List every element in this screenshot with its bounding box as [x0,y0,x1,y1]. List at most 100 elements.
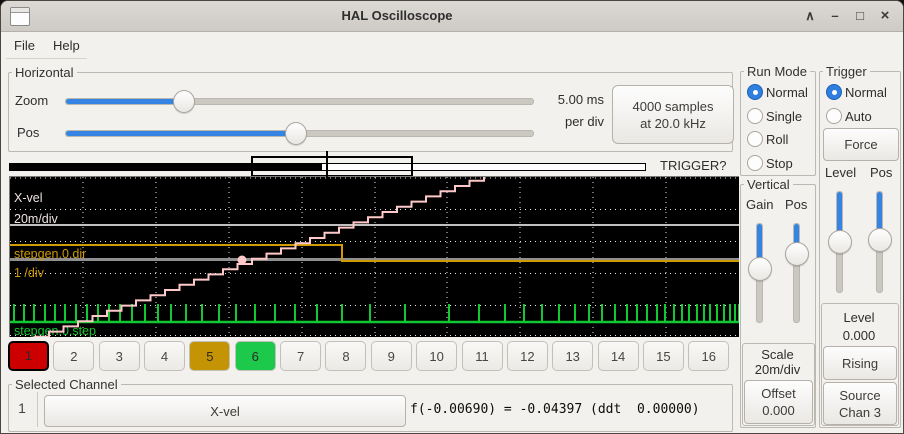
shade-button[interactable]: ∧ [799,5,821,27]
app-window: HAL Oscilloscope ∧ – □ × File Help Horiz… [0,0,904,434]
trigger-edge-label: Rising [842,355,878,372]
selected-channel-name: X-vel [210,403,240,420]
titlebar: HAL Oscilloscope ∧ – □ × [1,1,903,32]
horizontal-pos-slider-fill [66,131,296,136]
channel-button-2[interactable]: 2 [53,341,94,371]
run-mode-option-roll[interactable]: Roll [747,131,811,147]
channel5-scale-label: 1 /div [14,266,45,280]
run-mode-label-single: Single [766,109,802,124]
menubar-underline [6,58,87,59]
run-mode-radio-single[interactable] [747,108,763,124]
selected-channel-panel-label: Selected Channel [12,377,121,392]
record-view-window[interactable] [251,156,413,177]
zoom-slider-handle[interactable] [173,90,195,113]
trigger-mode-label-auto: Auto [845,109,872,124]
sample-rate: at 20.0 kHz [640,115,706,132]
trigger-mode-radio-auto[interactable] [826,108,842,124]
channel-button-4[interactable]: 4 [144,341,185,371]
trigger-source-label: Source [839,387,880,404]
run-mode-label-normal: Normal [766,85,808,100]
zoom-slider[interactable] [65,90,534,111]
minimize-button[interactable]: – [824,5,846,27]
menu-file[interactable]: File [14,38,35,53]
trigger-edge-button[interactable]: Rising [823,346,897,380]
channel-button-11[interactable]: 11 [462,341,503,371]
run-mode-radio-normal[interactable] [747,84,763,100]
vertical-panel-label: Vertical [744,177,793,192]
vertical-pos-slider[interactable] [785,223,807,323]
run-mode-option-stop[interactable]: Stop [747,155,811,171]
offset-value: 0.000 [762,402,795,419]
channel-button-12[interactable]: 12 [507,341,548,371]
time-per-div-value: 5.00 ms [546,92,604,107]
vertical-pos-slider-track[interactable] [793,223,800,323]
zoom-slider-track[interactable] [65,98,534,105]
close-button[interactable]: × [874,5,896,27]
channel-button-6[interactable]: 6 [235,341,276,371]
run-mode-radio-roll[interactable] [747,131,763,147]
channel1-name-label: X-vel [14,191,42,205]
horizontal-panel-label: Horizontal [12,65,77,80]
channel-button-9[interactable]: 9 [371,341,412,371]
selected-channel-number: 1 [11,400,33,416]
run-mode-radio-stop[interactable] [747,155,763,171]
scope-display[interactable]: X-vel 20m/div stepgen.0.dir 1 /div stepg… [9,176,739,337]
channel-button-10[interactable]: 10 [416,341,457,371]
trigger-mode-option-auto[interactable]: Auto [826,108,890,124]
selected-channel-name-button[interactable]: X-vel [44,395,406,427]
force-button[interactable]: Force [823,128,899,161]
run-mode-label-stop: Stop [766,156,793,171]
sample-count: 4000 samples [633,98,714,115]
scale-value: 20m/div [742,362,813,377]
channel-button-15[interactable]: 15 [643,341,684,371]
trigger-level-value: 0.000 [821,328,897,343]
selected-channel-separator [37,392,38,427]
trigger-pos-slider-handle[interactable] [868,228,892,252]
sample-rate-button[interactable]: 4000 samples at 20.0 kHz [612,85,734,144]
trigger-level-slider-label: Level [825,165,856,180]
force-label: Force [844,136,877,153]
run-mode-option-normal[interactable]: Normal [747,84,811,100]
trigger-level-value-label: Level [821,310,897,325]
trigger-mode-radio-normal[interactable] [826,84,842,100]
trigger-pos-slider[interactable] [868,191,890,293]
time-per-div-unit: per div [546,114,604,129]
channel1-scale-label: 20m/div [14,212,59,226]
horizontal-pos-slider-handle[interactable] [285,122,307,145]
vertical-pos-slider-handle[interactable] [785,242,809,266]
channel-button-16[interactable]: 16 [688,341,729,371]
maximize-button[interactable]: □ [849,5,871,27]
channel-button-8[interactable]: 8 [325,341,366,371]
trigger-status-label: TRIGGER? [660,158,726,173]
run-mode-label-roll: Roll [766,132,788,147]
trigger-level-slider-handle[interactable] [828,230,852,254]
offset-button[interactable]: Offset 0.000 [744,380,813,424]
trigger-mode-label-normal: Normal [845,85,887,100]
trigger-position-marker[interactable] [326,151,328,182]
menu-help[interactable]: Help [53,38,80,53]
zoom-slider-fill [66,99,184,104]
run-mode-option-single[interactable]: Single [747,108,811,124]
vertical-pos-slider-label: Pos [785,197,807,212]
trigger-mode-option-normal[interactable]: Normal [826,84,890,100]
channel-button-3[interactable]: 3 [99,341,140,371]
channel6-name-label: stepgen.0.step [14,324,96,337]
gain-slider-label: Gain [746,197,773,212]
trigger-source-button[interactable]: Source Chan 3 [823,382,897,425]
zoom-slider-label: Zoom [15,93,48,108]
run-mode-panel: Run Mode NormalSingleRollStop [740,71,816,176]
offset-label: Offset [761,385,795,402]
gain-slider[interactable] [748,223,770,323]
trigger-level-slider[interactable] [828,191,850,293]
channel-button-7[interactable]: 7 [280,341,321,371]
horizontal-pos-slider[interactable] [65,122,534,143]
channel-button-13[interactable]: 13 [552,341,593,371]
run-mode-panel-label: Run Mode [744,64,810,79]
channel-button-1[interactable]: 1 [8,341,49,371]
trigger-panel-label: Trigger [823,64,870,79]
channel-button-14[interactable]: 14 [598,341,639,371]
gain-slider-handle[interactable] [748,257,772,281]
pos-slider-label: Pos [17,125,39,140]
channel-value-readout: f(-0.00690) = -0.04397 (ddt 0.00000) [410,402,700,417]
channel-button-5[interactable]: 5 [189,341,230,371]
